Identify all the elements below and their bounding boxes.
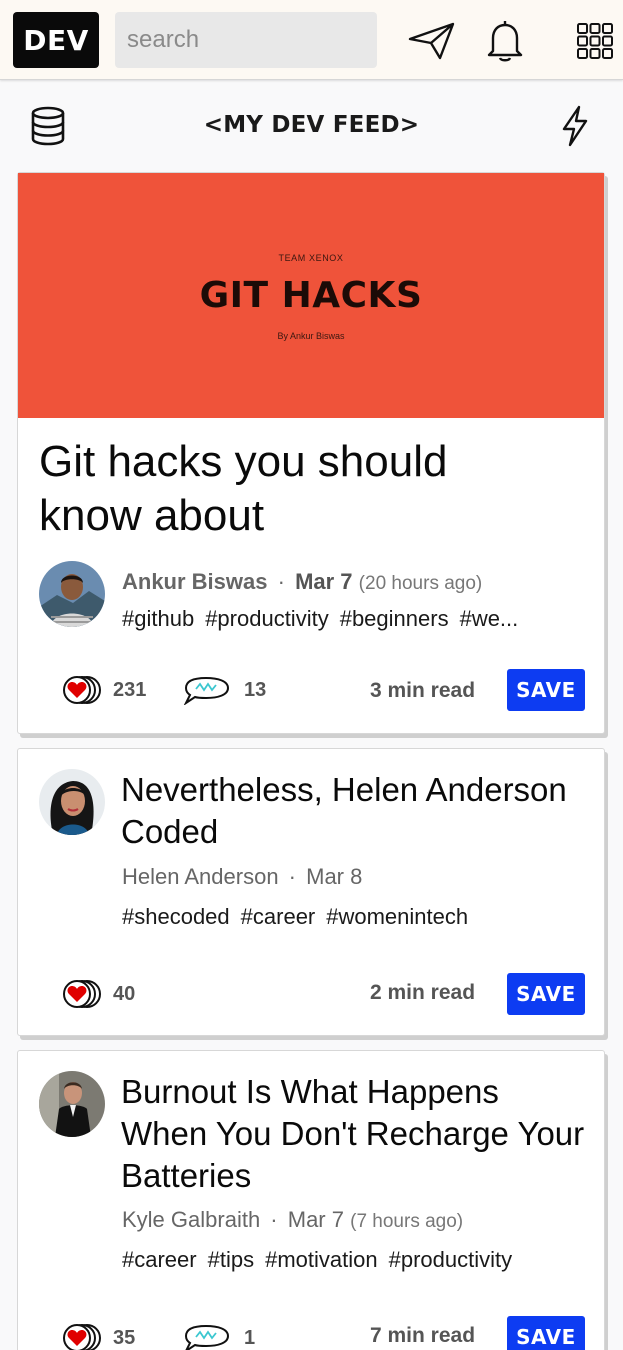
tag[interactable]: #career	[241, 904, 316, 929]
tag[interactable]: #motivation	[265, 1247, 378, 1272]
heart-icon	[63, 676, 101, 704]
author-name[interactable]: Kyle Galbraith	[122, 1207, 260, 1232]
search-input[interactable]	[115, 12, 377, 68]
avatar[interactable]	[39, 561, 105, 627]
save-button[interactable]: SAVE	[507, 1316, 585, 1350]
avatar[interactable]	[39, 769, 105, 835]
lightning-icon[interactable]	[553, 102, 597, 150]
article-card[interactable]: TEAM XENOX GIT HACKS By Ankur Biswas Git…	[17, 172, 605, 734]
comments-button[interactable]: 13	[182, 675, 266, 705]
read-time: 2 min read	[370, 981, 476, 1004]
reaction-count: 231	[113, 678, 147, 701]
cover-title: GIT HACKS	[199, 275, 423, 316]
author-name[interactable]: Helen Anderson	[122, 864, 279, 889]
tag[interactable]: #productivity	[205, 606, 329, 631]
reactions-button[interactable]: 40	[61, 979, 135, 1009]
tag-list: #shecoded #career #womenintech	[122, 904, 479, 930]
post-date: Mar 7	[287, 1207, 344, 1232]
comment-icon	[184, 1324, 230, 1350]
author-name[interactable]: Ankur Biswas	[122, 569, 268, 594]
read-time: 7 min read	[370, 1324, 476, 1347]
post-relative-time: (7 hours ago)	[350, 1211, 464, 1232]
tag-list: #career #tips #motivation #productivity	[122, 1247, 523, 1273]
reaction-count: 35	[113, 1326, 136, 1349]
tag[interactable]: #womenintech	[326, 904, 468, 929]
bell-icon[interactable]	[480, 18, 530, 64]
tag[interactable]: #shecoded	[122, 904, 230, 929]
comment-count: 1	[244, 1326, 256, 1349]
dev-logo[interactable]: DEV	[13, 12, 99, 68]
reactions-button[interactable]: 231	[61, 675, 146, 705]
top-nav-bar: DEV	[0, 0, 623, 80]
heart-icon	[63, 980, 101, 1008]
comment-icon	[183, 676, 230, 705]
avatar[interactable]	[39, 1071, 105, 1137]
article-meta: Kyle Galbraith · Mar 7 (7 hours ago)	[122, 1207, 464, 1232]
save-button[interactable]: SAVE	[507, 973, 585, 1015]
read-time: 3 min read	[370, 679, 476, 702]
article-cover-image[interactable]: TEAM XENOX GIT HACKS By Ankur Biswas	[18, 173, 604, 418]
article-title[interactable]: Nevertheless, Helen Anderson Coded	[121, 769, 591, 853]
feed-title: <MY DEV FEED>	[203, 112, 420, 138]
reaction-count: 40	[113, 982, 136, 1005]
post-date: Mar 8	[306, 864, 363, 889]
tag[interactable]: #productivity	[389, 1247, 513, 1272]
tag[interactable]: #career	[122, 1247, 197, 1272]
tag[interactable]: #github	[122, 606, 194, 631]
send-icon[interactable]	[407, 18, 457, 64]
post-date: Mar 7	[295, 569, 353, 594]
article-card[interactable]: Nevertheless, Helen Anderson Coded Helen…	[17, 748, 605, 1036]
article-meta: Ankur Biswas · Mar 7 (20 hours ago)	[122, 569, 483, 594]
feed-header: <MY DEV FEED>	[0, 80, 623, 172]
apps-grid-icon[interactable]	[570, 18, 620, 64]
cover-team-label: TEAM XENOX	[278, 253, 344, 263]
save-button[interactable]: SAVE	[507, 669, 585, 711]
article-title[interactable]: Burnout Is What Happens When You Don't R…	[121, 1071, 591, 1197]
cover-byline: By Ankur Biswas	[277, 331, 345, 341]
article-card[interactable]: Burnout Is What Happens When You Don't R…	[17, 1050, 605, 1350]
post-relative-time: (20 hours ago)	[358, 573, 483, 594]
tag-list: #github #productivity #beginners #we...	[122, 606, 529, 632]
tag[interactable]: #tips	[208, 1247, 254, 1272]
reactions-button[interactable]: 35	[61, 1323, 135, 1350]
comments-button[interactable]: 1	[182, 1323, 255, 1350]
article-meta: Helen Anderson · Mar 8	[122, 864, 363, 889]
heart-icon	[63, 1324, 101, 1350]
tag[interactable]: #we...	[460, 606, 519, 631]
tag[interactable]: #beginners	[340, 606, 449, 631]
article-title[interactable]: Git hacks you should know about	[39, 435, 559, 543]
comment-count: 13	[244, 678, 267, 701]
